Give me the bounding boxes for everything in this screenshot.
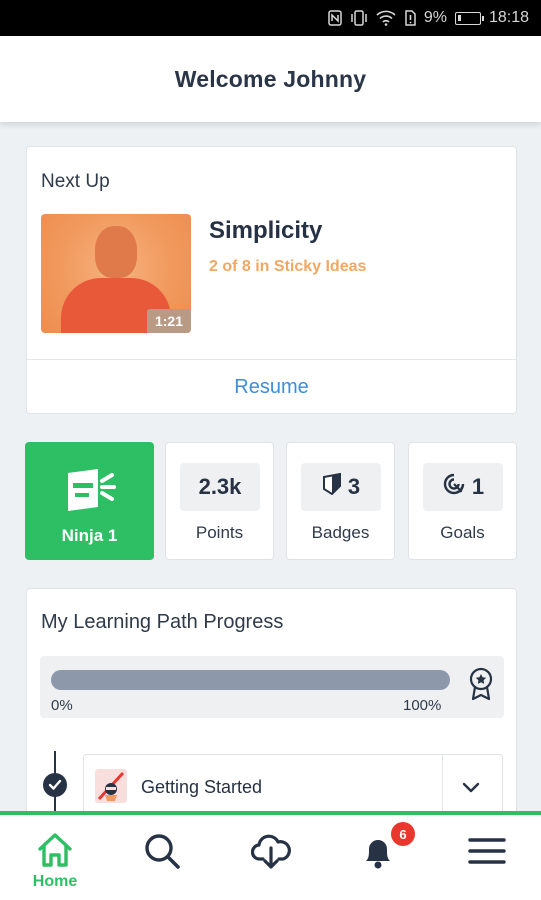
wifi-icon (376, 10, 396, 26)
lesson-title[interactable]: Simplicity (209, 217, 322, 245)
rank-tile[interactable]: Ninja 1 (25, 442, 154, 560)
status-bar: 9% 18:18 (0, 0, 541, 36)
notification-count-badge: 6 (391, 822, 415, 846)
bottom-nav: Home 6 (0, 811, 541, 900)
award-ribbon-icon (468, 667, 494, 706)
nav-home-label: Home (32, 873, 78, 890)
next-up-heading: Next Up (41, 171, 110, 192)
clock: 18:18 (488, 9, 529, 26)
goals-value: 1 (471, 474, 485, 499)
video-duration: 1:21 (146, 309, 191, 333)
badge-shield-icon (322, 472, 342, 501)
points-tile[interactable]: 2.3k Points (165, 442, 274, 560)
rank-label: Ninja 1 (61, 526, 118, 545)
cloud-download-icon (251, 834, 291, 869)
nav-home[interactable]: Home (5, 815, 105, 900)
search-icon (145, 834, 180, 869)
lesson-thumbnail[interactable]: 1:21 (41, 214, 191, 333)
learning-path-heading: My Learning Path Progress (41, 611, 284, 633)
goals-pill: 1 (423, 463, 503, 511)
badges-pill: 3 (301, 463, 381, 511)
target-icon (442, 472, 466, 502)
nav-notifications[interactable]: 6 (328, 815, 428, 900)
hamburger-menu-icon (468, 838, 506, 864)
page-title: Welcome Johnny (174, 65, 367, 92)
learning-path-card: My Learning Path Progress 0% 100% Gettin… (26, 588, 517, 831)
nav-search[interactable] (112, 815, 212, 900)
battery-icon (454, 11, 484, 25)
module-label: Getting Started (141, 777, 263, 797)
progress-bar (51, 670, 450, 690)
resume-button[interactable]: Resume (27, 360, 516, 414)
progress-panel: 0% 100% (40, 656, 504, 718)
check-icon (43, 773, 67, 797)
progress-min-label: 0% (51, 697, 73, 714)
goals-tile[interactable]: 1 Goals (408, 442, 517, 560)
nav-menu[interactable] (437, 815, 537, 900)
presenter-head-shape (95, 226, 137, 278)
points-label: Points (195, 523, 244, 542)
badges-tile[interactable]: 3 Badges (286, 442, 395, 560)
next-up-card: Next Up 1:21 Simplicity 2 of 8 in Sticky… (26, 146, 517, 414)
nav-downloads[interactable] (221, 815, 321, 900)
points-pill: 2.3k (180, 463, 260, 511)
chevron-down-icon[interactable] (459, 775, 483, 804)
vibrate-icon (350, 10, 368, 26)
nfc-icon (328, 10, 342, 26)
app-header: Welcome Johnny (0, 36, 541, 122)
module-ninja-icon (95, 769, 127, 803)
points-value: 2.3k (198, 474, 242, 499)
home-icon (38, 833, 72, 867)
sim-alert-icon (404, 10, 416, 26)
battery-percent: 9% (423, 9, 447, 26)
goals-label: Goals (440, 523, 485, 542)
badges-value: 3 (347, 474, 361, 499)
ninja-icon (64, 467, 116, 518)
progress-max-label: 100% (403, 697, 442, 714)
lesson-subtitle: 2 of 8 in Sticky Ideas (209, 258, 367, 275)
badges-label: Badges (311, 523, 370, 542)
